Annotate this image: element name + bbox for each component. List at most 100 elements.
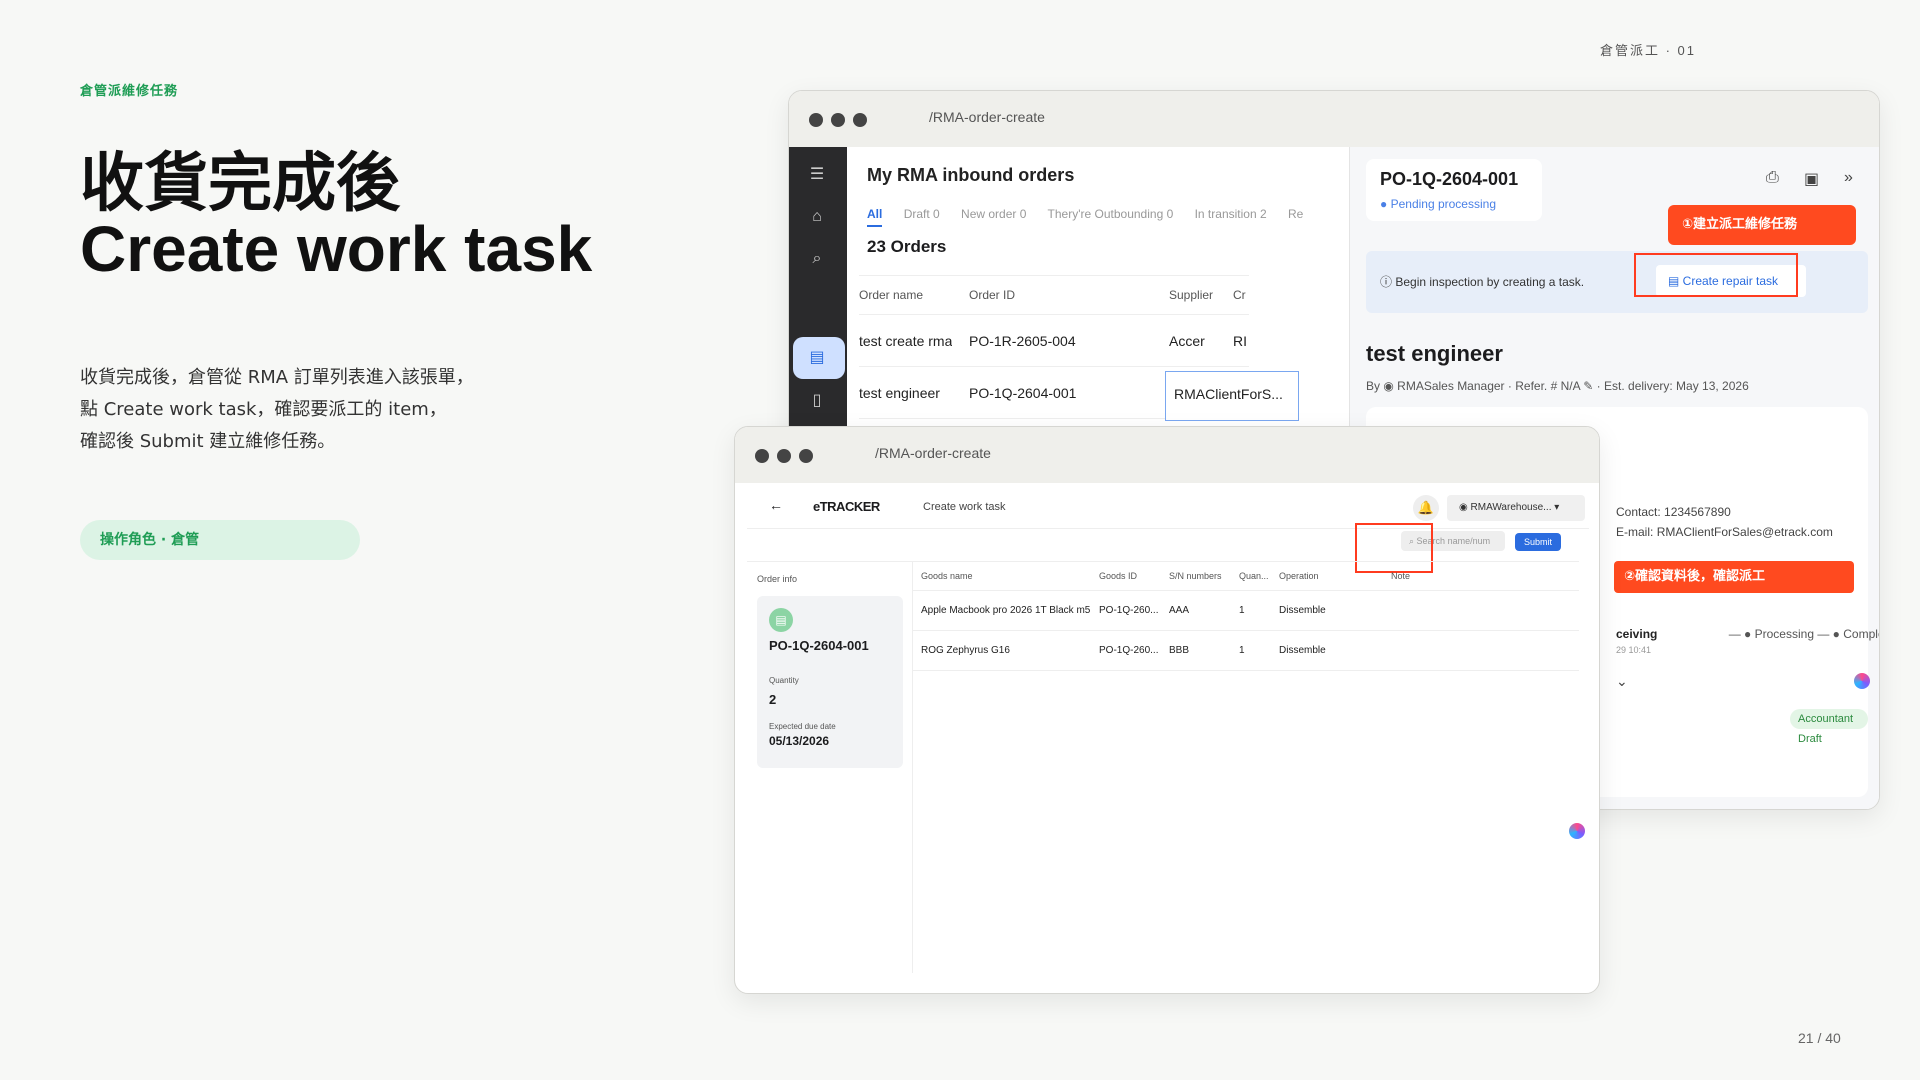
tab-outbounding[interactable]: Thery're Outbounding 0 bbox=[1048, 207, 1174, 221]
quantity-label: Quantity bbox=[769, 676, 799, 685]
contact-label: Contact: bbox=[1616, 505, 1661, 519]
document-icon[interactable]: ▯ bbox=[805, 389, 829, 413]
goods-name: Apple Macbook pro 2026 1T Black m5 bbox=[921, 605, 1091, 616]
status-pending: ● Pending processing bbox=[1380, 197, 1496, 211]
order-meta: By ◉ RMASales Manager · Refer. # N/A ✎ ·… bbox=[1366, 379, 1749, 393]
col-operation: Operation bbox=[1279, 571, 1319, 581]
progress-steps: ceiving — ● Processing — ● Complete bbox=[1616, 627, 1879, 641]
tab-draft[interactable]: Draft 0 bbox=[904, 207, 940, 221]
goods-name: ROG Zephyrus G16 bbox=[921, 645, 1010, 656]
tab-all[interactable]: All bbox=[867, 207, 883, 227]
info-message: Begin inspection by creating a task. bbox=[1395, 275, 1585, 289]
user-dropdown[interactable]: ◉ RMAWarehouse... ▾ bbox=[1447, 495, 1585, 521]
user-icon: ◉ bbox=[1383, 379, 1398, 393]
order-info-label: Order info bbox=[757, 574, 798, 584]
back-arrow-icon[interactable]: ← bbox=[769, 497, 783, 513]
orders-icon[interactable]: ▤ bbox=[805, 346, 829, 370]
user-icon: ◉ bbox=[1459, 502, 1471, 513]
supplier: Accer bbox=[1169, 333, 1205, 349]
table-row[interactable]: Apple Macbook pro 2026 1T Black m5 PO-1Q… bbox=[913, 591, 1579, 631]
status-text: Pending processing bbox=[1390, 197, 1496, 211]
maximize-dot[interactable] bbox=[799, 449, 813, 463]
meta-user: RMASales Manager bbox=[1397, 379, 1505, 393]
submit-button[interactable]: Submit bbox=[1515, 533, 1561, 551]
user-name: RMAWarehouse... bbox=[1470, 502, 1552, 513]
col-goods-name: Goods name bbox=[921, 571, 973, 581]
close-dot[interactable] bbox=[809, 113, 823, 127]
due-date-value: 05/13/2026 bbox=[769, 734, 830, 748]
info-icon: ⓘ bbox=[1380, 275, 1396, 289]
tab-re[interactable]: Re bbox=[1288, 207, 1303, 221]
step-dot: — ● bbox=[1817, 627, 1844, 641]
info-text: ⓘ Begin inspection by creating a task. bbox=[1380, 273, 1584, 290]
highlight-frame bbox=[1634, 253, 1798, 297]
status-badge: Accountant Draft bbox=[1790, 709, 1868, 745]
slide-tag: 倉管派維修任務 bbox=[80, 83, 179, 98]
col-supplier: Supplier bbox=[1169, 288, 1214, 302]
contact-value: 1234567890 bbox=[1664, 505, 1731, 519]
table-row[interactable]: ROG Zephyrus G16 PO-1Q-260... BBB 1 Diss… bbox=[913, 631, 1579, 671]
page-number: 21 / 40 bbox=[1798, 1030, 1841, 1046]
supplier[interactable]: RMAClientForS... bbox=[1165, 371, 1299, 421]
title-english: Create work task bbox=[80, 213, 593, 285]
order-count: 23 Orders bbox=[867, 237, 947, 256]
order-name-title: test engineer bbox=[1366, 341, 1503, 366]
step-dot: — ● bbox=[1728, 627, 1755, 641]
maximize-dot[interactable] bbox=[853, 113, 867, 127]
preview-icon[interactable]: ▣ bbox=[1804, 169, 1819, 189]
email-value: RMAClientForSales@etrack.com bbox=[1656, 525, 1833, 539]
po-id: PO-1Q-2604-001 bbox=[1380, 169, 1519, 189]
po-box: PO-1Q-2604-001 ● Pending processing bbox=[1366, 159, 1542, 221]
order-icon: ▤ bbox=[769, 608, 793, 632]
operation: Dissemble bbox=[1279, 605, 1326, 616]
email-line: E-mail: RMAClientForSales@etrack.com bbox=[1616, 525, 1833, 539]
bell-icon[interactable]: 🔔 bbox=[1413, 495, 1439, 521]
role-pill: 操作角色 · 倉管 bbox=[80, 520, 360, 560]
table-row[interactable]: test create rma PO-1R-2605-004 Accer RI bbox=[859, 315, 1249, 367]
sn-number: BBB bbox=[1169, 645, 1190, 656]
url-text: /RMA-order-create bbox=[875, 445, 991, 461]
cr: RI bbox=[1233, 333, 1247, 349]
table-row[interactable]: test engineer PO-1Q-2604-001 RMAClientFo… bbox=[859, 367, 1299, 421]
window-titlebar: /RMA-order-create bbox=[789, 91, 1879, 147]
desc-line-3: 確認後 Submit 建立維修任務。 bbox=[80, 431, 336, 452]
desc-line-1: 收貨完成後，倉管從 RMA 訂單列表進入該張單， bbox=[80, 367, 474, 388]
col-sn: S/N numbers bbox=[1169, 571, 1222, 581]
contact-line: Contact: 1234567890 bbox=[1616, 505, 1731, 519]
status-tabs: All Draft 0 New order 0 Thery're Outboun… bbox=[867, 207, 1321, 227]
col-quantity: Quan... bbox=[1239, 571, 1269, 581]
minimize-dot[interactable] bbox=[777, 449, 791, 463]
order-id: PO-1R-2605-004 bbox=[969, 333, 1076, 349]
list-title: My RMA inbound orders bbox=[867, 165, 1075, 185]
step2-callout: ②確認資料後，確認派工 bbox=[1614, 561, 1854, 593]
meta-delivery: Est. delivery: May 13, 2026 bbox=[1604, 379, 1749, 393]
home-icon[interactable]: ⌂ bbox=[805, 205, 829, 229]
menu-icon[interactable]: ☰ bbox=[805, 163, 829, 187]
edit-icon[interactable]: ✎ bbox=[1583, 379, 1593, 393]
step-time: 29 10:41 bbox=[1616, 645, 1652, 655]
tab-new-order[interactable]: New order 0 bbox=[961, 207, 1026, 221]
chevron-down-icon[interactable]: ⌄ bbox=[1616, 673, 1628, 690]
search-icon[interactable]: ⌕ bbox=[805, 247, 829, 271]
info-bar: ⓘ Begin inspection by creating a task. ▤… bbox=[1366, 251, 1868, 313]
assistant-logo-icon[interactable] bbox=[1854, 673, 1870, 689]
assistant-logo-icon[interactable] bbox=[1569, 823, 1585, 839]
desc-line-2: 點 Create work task，確認要派工的 item， bbox=[80, 399, 447, 420]
description: 收貨完成後，倉管從 RMA 訂單列表進入該張單， 點 Create work t… bbox=[80, 362, 640, 458]
table-header: Order name Order ID Supplier Cr bbox=[859, 275, 1249, 315]
tab-in-transition[interactable]: In transition 2 bbox=[1195, 207, 1267, 221]
page-code: 倉管派工 · 01 bbox=[1600, 43, 1697, 58]
step-processing: Processing bbox=[1754, 627, 1814, 641]
quantity: 1 bbox=[1239, 645, 1245, 656]
col-note: Note bbox=[1391, 571, 1411, 581]
minimize-dot[interactable] bbox=[831, 113, 845, 127]
quantity: 1 bbox=[1239, 605, 1245, 616]
goods-id: PO-1Q-260... bbox=[1099, 605, 1159, 616]
close-dot[interactable] bbox=[755, 449, 769, 463]
col-goods-id: Goods ID bbox=[1099, 571, 1138, 581]
collapse-icon[interactable]: » bbox=[1844, 169, 1853, 187]
print-icon[interactable]: ⎙ bbox=[1766, 169, 1779, 187]
due-date-label: Expected due date bbox=[769, 722, 836, 731]
order-id: PO-1Q-2604-001 bbox=[969, 385, 1077, 401]
url-text: /RMA-order-create bbox=[929, 109, 1045, 125]
